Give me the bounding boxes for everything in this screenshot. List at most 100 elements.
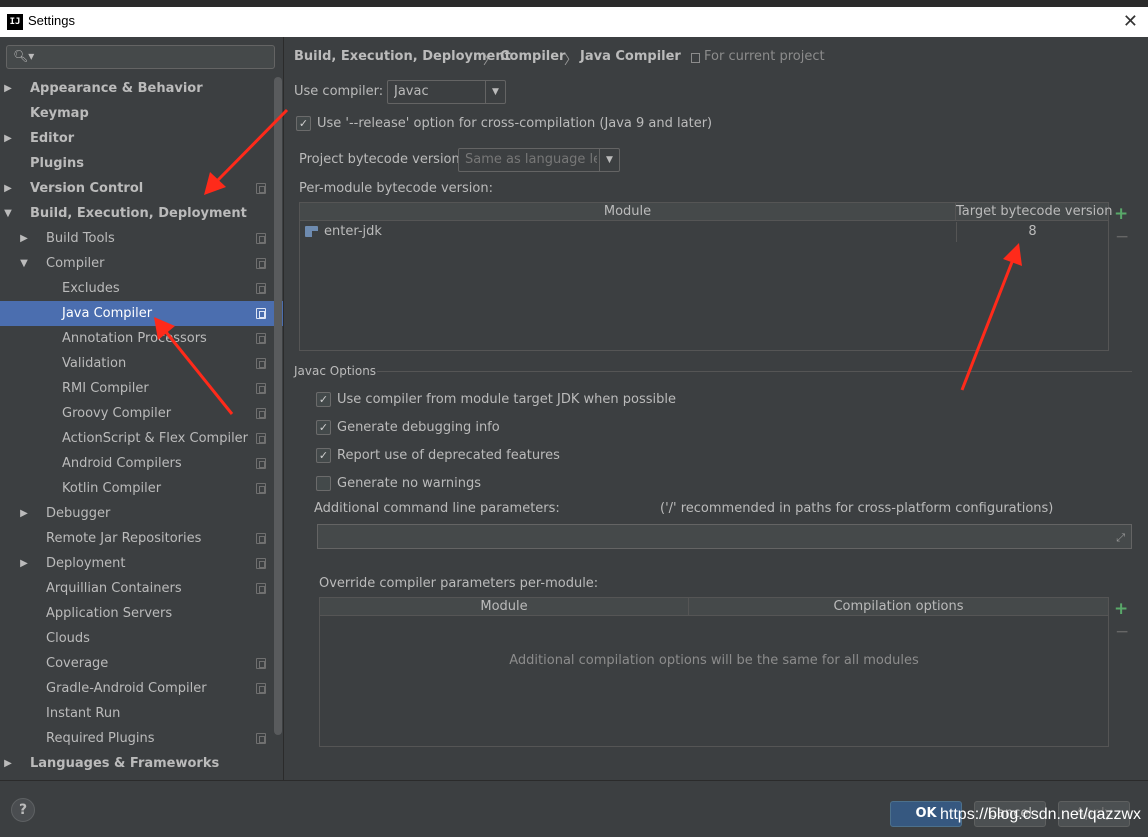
sidebar-item-label: Excludes <box>62 281 120 296</box>
project-level-icon <box>256 383 266 394</box>
chevron-right-icon[interactable]: ▶ <box>2 126 14 151</box>
sidebar-item-gradle-android-compiler[interactable]: Gradle-Android Compiler <box>0 676 283 701</box>
use-compiler-value: Javac <box>394 84 429 99</box>
javac-option-checkbox[interactable]: ✓ <box>316 448 331 463</box>
sidebar-item-label: Android Compilers <box>62 456 182 471</box>
project-level-icon <box>256 533 266 544</box>
sidebar-item-build-tools[interactable]: ▶ Build Tools <box>0 226 283 251</box>
chevron-down-icon: ▼ <box>485 81 505 103</box>
module-name: enter-jdk <box>324 224 382 239</box>
sidebar-item-excludes[interactable]: Excludes <box>0 276 283 301</box>
project-bytecode-label: Project bytecode version: <box>299 152 465 167</box>
sidebar-item-annotation-processors[interactable]: Annotation Processors <box>0 326 283 351</box>
chevron-right-icon[interactable]: ▶ <box>18 226 30 251</box>
project-level-icon <box>256 333 266 344</box>
project-bytecode-combo[interactable]: Same as language level ▼ <box>458 148 620 172</box>
sidebar-item-clouds[interactable]: Clouds <box>0 626 283 651</box>
sidebar-item-android-compilers[interactable]: Android Compilers <box>0 451 283 476</box>
settings-tree: ▶ Appearance & Behavior Keymap ▶ Editor Plugi… <box>0 76 283 776</box>
breadcrumb-java-compiler: Java Compiler <box>580 49 681 64</box>
sidebar-item-label: Instant Run <box>46 706 121 721</box>
javac-option-checkbox[interactable] <box>316 476 331 491</box>
project-bytecode-value: Same as language level <box>465 152 597 167</box>
column-compilation-options[interactable]: Compilation options <box>689 598 1108 616</box>
breadcrumb-build-execution[interactable]: Build, Execution, Deployment <box>294 49 511 64</box>
chevron-right-icon[interactable]: ▶ <box>2 76 14 101</box>
search-input[interactable] <box>35 48 270 66</box>
target-bytecode-value[interactable]: 8 <box>956 222 1108 242</box>
sidebar-item-label: Plugins <box>30 156 84 171</box>
sidebar-item-deployment[interactable]: ▶ Deployment <box>0 551 283 576</box>
sidebar-item-plugins[interactable]: Plugins <box>0 151 283 176</box>
sidebar-item-remote-jar-repositories[interactable]: Remote Jar Repositories <box>0 526 283 551</box>
additional-params-input[interactable]: ⤢ <box>317 524 1132 549</box>
project-level-icon <box>256 183 266 194</box>
chevron-right-icon[interactable]: ▶ <box>2 176 14 201</box>
sidebar-item-kotlin-compiler[interactable]: Kotlin Compiler <box>0 476 283 501</box>
javac-option-checkbox[interactable]: ✓ <box>316 420 331 435</box>
sidebar-item-label: Gradle-Android Compiler <box>46 681 207 696</box>
sidebar-scrollbar[interactable] <box>274 77 282 735</box>
sidebar-item-label: Build, Execution, Deployment <box>30 206 247 221</box>
sidebar-item-debugger[interactable]: ▶ Debugger <box>0 501 283 526</box>
sidebar-item-editor[interactable]: ▶ Editor <box>0 126 283 151</box>
title-bar: IJ Settings ✕ <box>0 7 1148 37</box>
minus-icon[interactable]: − <box>1115 622 1129 642</box>
project-level-icon <box>256 258 266 269</box>
project-level-icon <box>256 583 266 594</box>
plus-icon[interactable]: + <box>1114 599 1128 619</box>
sidebar-item-rmi-compiler[interactable]: RMI Compiler <box>0 376 283 401</box>
sidebar-item-version-control[interactable]: ▶ Version Control <box>0 176 283 201</box>
sidebar-item-java-compiler[interactable]: Java Compiler <box>0 301 283 326</box>
project-level-icon <box>256 283 266 294</box>
javac-option-checkbox[interactable]: ✓ <box>316 392 331 407</box>
sidebar-item-coverage[interactable]: Coverage <box>0 651 283 676</box>
override-params-label: Override compiler parameters per-module: <box>319 576 599 591</box>
sidebar-item-application-servers[interactable]: Application Servers <box>0 601 283 626</box>
project-level-icon <box>256 308 266 319</box>
sidebar-item-required-plugins[interactable]: Required Plugins <box>0 726 283 751</box>
sidebar-item-instant-run[interactable]: Instant Run <box>0 701 283 726</box>
minus-icon[interactable]: − <box>1115 227 1129 247</box>
sidebar-item-label: Editor <box>30 131 75 146</box>
sidebar-item-label: Appearance & Behavior <box>30 81 203 96</box>
sidebar-item-validation[interactable]: Validation <box>0 351 283 376</box>
settings-content: Build, Execution, Deployment 〉 Compiler … <box>285 37 1148 780</box>
column-module[interactable]: Module <box>320 598 689 616</box>
release-option-checkbox[interactable]: ✓ <box>296 116 311 131</box>
settings-search[interactable]: 🔍︎▾ <box>6 45 275 69</box>
chevron-down-icon[interactable]: ▼ <box>18 251 30 276</box>
expand-icon[interactable]: ⤢ <box>1116 531 1125 545</box>
column-module[interactable]: Module <box>300 203 956 221</box>
chevron-right-icon[interactable]: ▶ <box>18 551 30 576</box>
chevron-down-icon[interactable]: ▼ <box>2 201 14 226</box>
sidebar-item-groovy-compiler[interactable]: Groovy Compiler <box>0 401 283 426</box>
use-compiler-label: Use compiler: <box>294 84 384 99</box>
per-module-table-header: Module Target bytecode version <box>300 203 1113 221</box>
sidebar-item-compiler[interactable]: ▼ Compiler <box>0 251 283 276</box>
project-scope-icon <box>691 53 700 63</box>
dialog-button-bar: ? OK Cancel Apply https://blog.csdn.net/… <box>0 780 1148 837</box>
sidebar-item-appearance-behavior[interactable]: ▶ Appearance & Behavior <box>0 76 283 101</box>
sidebar-item-build-execution-deployment[interactable]: ▼ Build, Execution, Deployment <box>0 201 283 226</box>
sidebar-item-languages-frameworks[interactable]: ▶ Languages & Frameworks <box>0 751 283 776</box>
sidebar-item-label: Build Tools <box>46 231 115 246</box>
chevron-right-icon[interactable]: ▶ <box>18 501 30 526</box>
chevron-right-icon[interactable]: ▶ <box>2 751 14 776</box>
project-level-icon <box>256 483 266 494</box>
sidebar-item-keymap[interactable]: Keymap <box>0 101 283 126</box>
help-button[interactable]: ? <box>11 798 35 822</box>
plus-icon[interactable]: + <box>1114 204 1128 224</box>
close-icon[interactable]: ✕ <box>1123 11 1138 32</box>
sidebar-item-arquillian-containers[interactable]: Arquillian Containers <box>0 576 283 601</box>
sidebar-item-label: Required Plugins <box>46 731 155 746</box>
use-compiler-combo[interactable]: Javac ▼ <box>387 80 506 104</box>
column-target-bytecode[interactable]: Target bytecode version <box>956 203 1113 221</box>
sidebar-item-actionscript-flex-compiler[interactable]: ActionScript & Flex Compiler <box>0 426 283 451</box>
table-row[interactable]: enter-jdk 8 <box>300 222 1108 242</box>
search-icon: 🔍︎▾ <box>13 49 35 63</box>
javac-option-label: Generate no warnings <box>337 476 482 491</box>
javac-option-label: Use compiler from module target JDK when… <box>337 392 676 407</box>
breadcrumb-compiler[interactable]: Compiler <box>500 49 565 64</box>
sidebar-item-label: Languages & Frameworks <box>30 756 220 771</box>
